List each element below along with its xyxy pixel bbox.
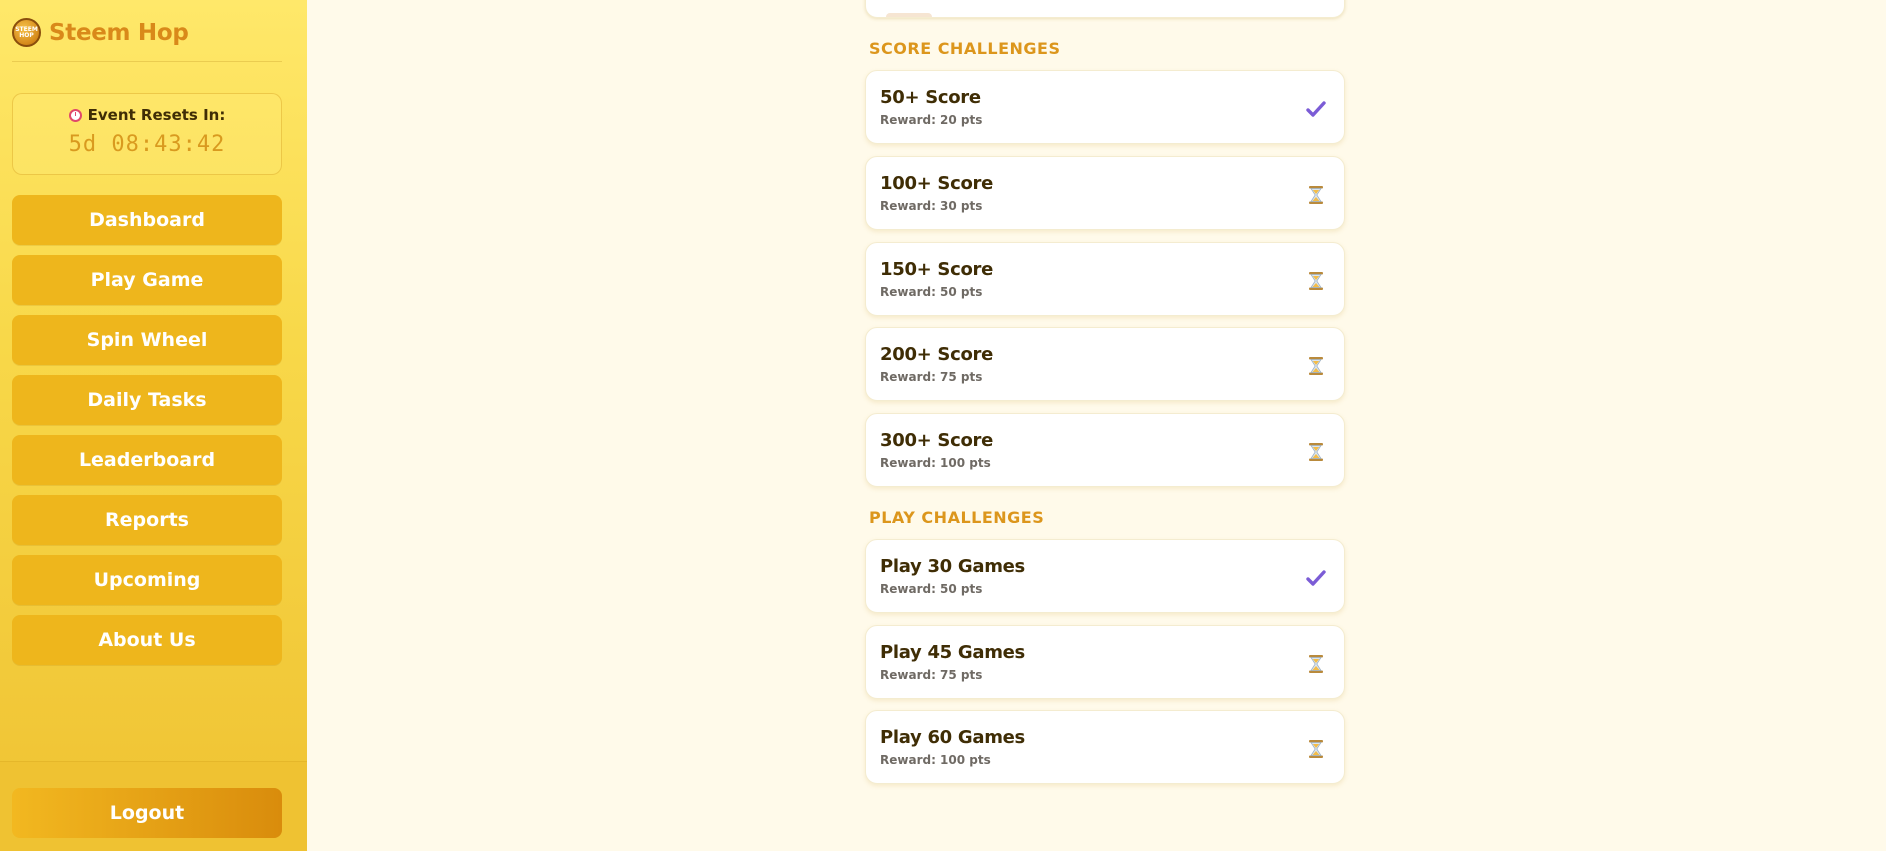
partial-card [865, 0, 1345, 18]
logout-area: Logout [0, 761, 307, 851]
challenge-card: Play 30 Games Reward: 50 pts [865, 539, 1345, 613]
hourglass-icon [1309, 186, 1323, 204]
sidebar: STEEM HOP Steem Hop Event Resets In: 5d … [0, 0, 307, 851]
check-icon [1306, 570, 1326, 586]
nav-upcoming-button[interactable]: Upcoming [12, 555, 282, 605]
score-challenges-heading: SCORE CHALLENGES [869, 39, 1061, 58]
challenge-reward: Reward: 20 pts [880, 113, 983, 127]
nav-daily-tasks-button[interactable]: Daily Tasks [12, 375, 282, 425]
partial-card-decoration [886, 13, 932, 17]
main-content: SCORE CHALLENGES 50+ Score Reward: 20 pt… [307, 0, 1886, 851]
nav-leaderboard-button[interactable]: Leaderboard [12, 435, 282, 485]
challenge-card: Play 60 Games Reward: 100 pts [865, 710, 1345, 784]
nav-reports-button[interactable]: Reports [12, 495, 282, 545]
nav-about-us-button[interactable]: About Us [12, 615, 282, 665]
timer-countdown: 5d 08:43:42 [68, 132, 226, 157]
timer-label-row: Event Resets In: [13, 106, 281, 124]
hourglass-icon [1309, 272, 1323, 290]
challenge-card: 300+ Score Reward: 100 pts [865, 413, 1345, 487]
play-challenges-heading: PLAY CHALLENGES [869, 508, 1045, 527]
challenge-card: Play 45 Games Reward: 75 pts [865, 625, 1345, 699]
challenge-reward: Reward: 100 pts [880, 753, 991, 767]
logout-button[interactable]: Logout [12, 788, 282, 838]
challenge-card: 100+ Score Reward: 30 pts [865, 156, 1345, 230]
challenge-title: 150+ Score [880, 259, 994, 280]
challenge-reward: Reward: 75 pts [880, 668, 983, 682]
challenge-card: 50+ Score Reward: 20 pts [865, 70, 1345, 144]
challenge-reward: Reward: 75 pts [880, 370, 983, 384]
challenge-title: 300+ Score [880, 430, 994, 451]
challenge-title: 200+ Score [880, 344, 994, 365]
challenge-title: Play 30 Games [880, 556, 1025, 577]
challenge-reward: Reward: 50 pts [880, 285, 983, 299]
challenge-title: 100+ Score [880, 173, 994, 194]
brand[interactable]: STEEM HOP Steem Hop [12, 18, 282, 62]
challenge-reward: Reward: 100 pts [880, 456, 991, 470]
timer-label: Event Resets In: [87, 106, 226, 124]
challenge-title: 50+ Score [880, 87, 981, 108]
challenge-card: 200+ Score Reward: 75 pts [865, 327, 1345, 401]
nav-dashboard-button[interactable]: Dashboard [12, 195, 282, 245]
event-timer: Event Resets In: 5d 08:43:42 [12, 93, 282, 175]
nav-spin-wheel-button[interactable]: Spin Wheel [12, 315, 282, 365]
check-icon [1306, 101, 1326, 117]
challenge-title: Play 60 Games [880, 727, 1025, 748]
challenge-title: Play 45 Games [880, 642, 1025, 663]
steem-hop-logo-icon: STEEM HOP [12, 18, 41, 47]
main-nav: Dashboard Play Game Spin Wheel Daily Tas… [12, 195, 282, 675]
challenge-reward: Reward: 30 pts [880, 199, 983, 213]
hourglass-icon [1309, 443, 1323, 461]
alarm-clock-icon [68, 108, 82, 122]
app-title: Steem Hop [49, 20, 189, 46]
nav-play-game-button[interactable]: Play Game [12, 255, 282, 305]
hourglass-icon [1309, 357, 1323, 375]
challenge-card: 150+ Score Reward: 50 pts [865, 242, 1345, 316]
hourglass-icon [1309, 655, 1323, 673]
challenge-reward: Reward: 50 pts [880, 582, 983, 596]
hourglass-icon [1309, 740, 1323, 758]
